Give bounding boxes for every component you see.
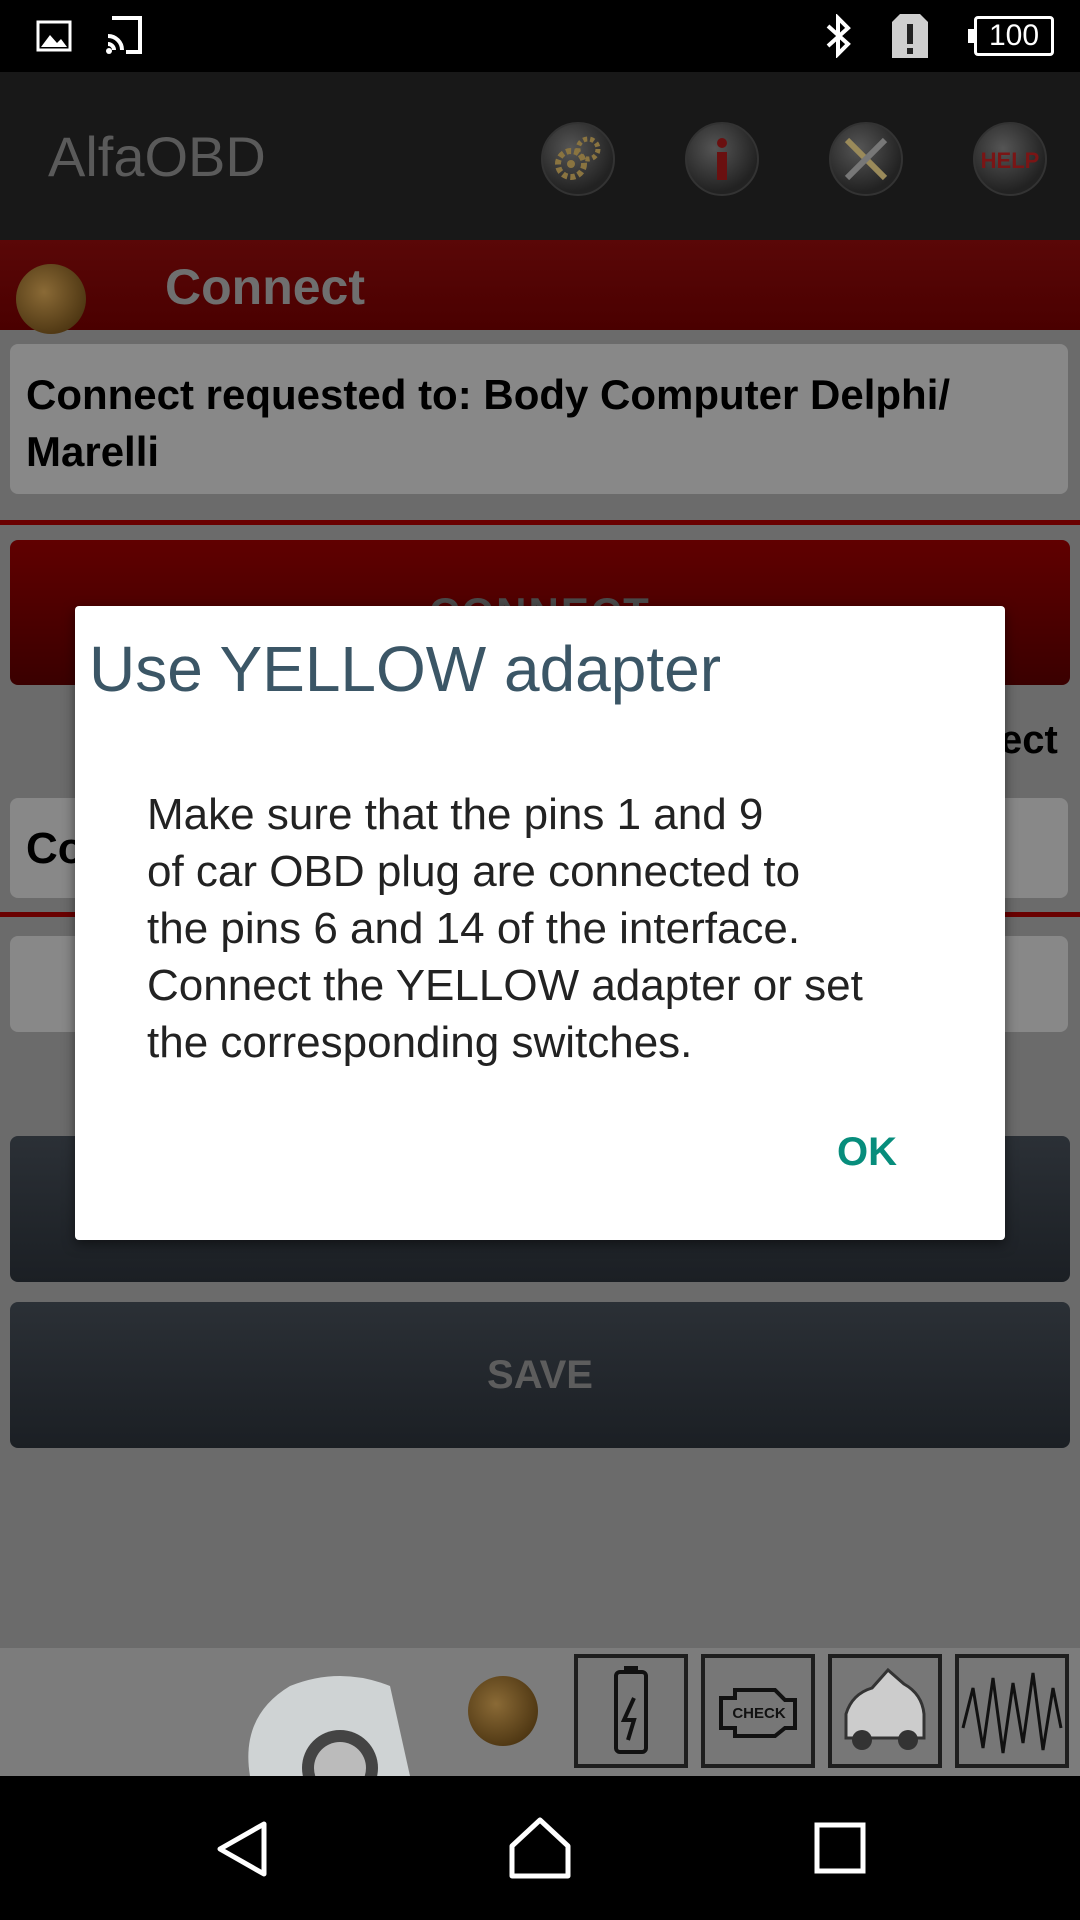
- help-icon: HELP: [981, 148, 1040, 173]
- waveform-icon: [961, 1672, 1063, 1754]
- settings-button[interactable]: [541, 122, 615, 196]
- check-engine-button[interactable]: CHECK: [701, 1654, 815, 1768]
- key-icon: [16, 264, 86, 334]
- cast-icon: [106, 16, 142, 54]
- settings-gears-icon: [555, 136, 601, 180]
- section-header: Connect: [0, 240, 1080, 334]
- home-icon[interactable]: [508, 1816, 572, 1880]
- check-engine-icon: CHECK: [719, 1688, 797, 1738]
- connect-request-text: Connect requested to: Body Computer Delp…: [10, 344, 1068, 494]
- partial-label: ect: [1000, 718, 1058, 762]
- recents-icon[interactable]: [814, 1822, 866, 1874]
- info-icon: [717, 138, 727, 180]
- battery-level: 100: [988, 19, 1040, 52]
- divider: [0, 520, 1080, 525]
- battery-icon: [614, 1666, 648, 1754]
- back-icon[interactable]: [214, 1820, 270, 1878]
- save-button[interactable]: SAVE: [10, 1302, 1070, 1448]
- car-service-button[interactable]: [828, 1654, 942, 1768]
- adapter-dialog: Use YELLOW adapter Make sure that the pi…: [75, 606, 1005, 1240]
- dialog-message: Make sure that the pins 1 and 9 of car O…: [147, 790, 863, 1067]
- bluetooth-icon: [826, 14, 851, 58]
- status-bar: 100: [0, 0, 1080, 72]
- alert-icon: [892, 14, 928, 58]
- check-label: CHECK: [732, 1705, 786, 1722]
- help-label: HELP: [981, 148, 1040, 173]
- info-button[interactable]: [685, 122, 759, 196]
- battery-tool-button[interactable]: [574, 1654, 688, 1768]
- key-icon: [468, 1676, 538, 1746]
- waveform-button[interactable]: [955, 1654, 1069, 1768]
- battery-icon: 100: [968, 16, 1054, 56]
- image-icon: [36, 20, 72, 52]
- ok-button[interactable]: OK: [837, 1130, 897, 1175]
- tools-button[interactable]: [829, 122, 903, 196]
- navigation-bar: [0, 1776, 1080, 1920]
- help-button[interactable]: HELP: [973, 122, 1047, 196]
- car-image: [248, 1676, 410, 1776]
- app-bar: AlfaOBD HELP: [0, 72, 1080, 240]
- app-title: AlfaOBD: [48, 125, 266, 188]
- tools-icon: [844, 137, 888, 181]
- section-title: Connect: [165, 259, 365, 315]
- shortcut-strip: CHECK: [0, 1648, 1080, 1776]
- car-hood-icon: [844, 1667, 926, 1750]
- dialog-title: Use YELLOW adapter: [89, 633, 722, 705]
